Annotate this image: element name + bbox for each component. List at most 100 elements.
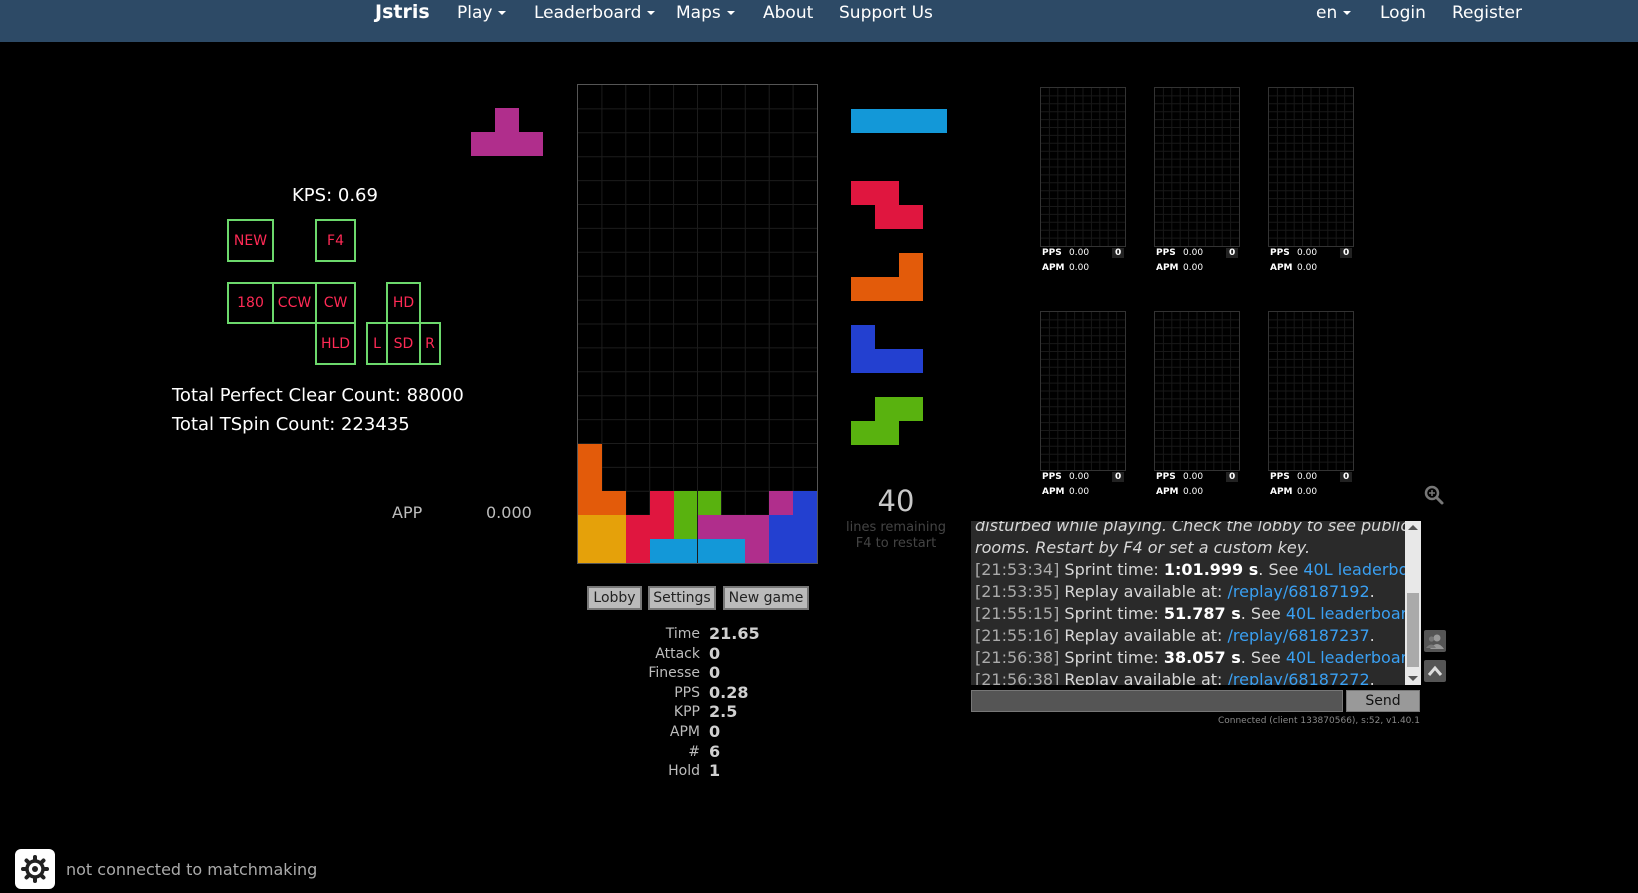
opponent-board[interactable] — [1154, 311, 1240, 471]
chat-link[interactable]: 40L leaderboard — [1286, 648, 1417, 667]
scroll-up-arrow-icon[interactable] — [1408, 525, 1418, 530]
key-left: L — [366, 322, 388, 365]
game-board[interactable] — [577, 84, 818, 564]
register-link[interactable]: Register — [1452, 3, 1522, 23]
opponent-board[interactable] — [1040, 87, 1126, 247]
nav-about-link[interactable]: About — [763, 3, 813, 23]
nav-maps-dropdown[interactable]: Maps — [676, 3, 735, 23]
lines-remaining-label: lines remaining — [845, 520, 946, 535]
chat-text: . See — [1240, 604, 1286, 623]
board-cell — [769, 539, 794, 563]
tspin-count: Total TSpin Count: 223435 — [172, 414, 410, 435]
stat-label: Hold — [668, 763, 700, 780]
stat-label: Finesse — [648, 665, 700, 682]
nav-leaderboard-dropdown[interactable]: Leaderboard — [534, 3, 656, 23]
key-cw: CW — [315, 282, 356, 324]
chat-text: . — [1369, 626, 1375, 645]
board-cell — [601, 491, 626, 516]
send-button[interactable]: Send — [1346, 690, 1420, 712]
chat-link[interactable]: 40L leaderboard — [1303, 560, 1421, 579]
opponent-grid — [1269, 88, 1353, 246]
board-cell — [793, 515, 817, 540]
lobby-button[interactable]: Lobby — [587, 586, 642, 610]
matchmaking-settings-button[interactable] — [15, 849, 55, 889]
new-game-button[interactable]: New game — [723, 586, 809, 610]
chat-system-line-2: rooms. Restart by F4 or set a custom key… — [975, 538, 1311, 557]
chat-text: . See — [1258, 560, 1304, 579]
piece-cell — [851, 421, 875, 445]
piece-cell — [899, 349, 923, 373]
nav-leaderboard-label: Leaderboard — [534, 3, 642, 23]
chat-scrollbar[interactable] — [1405, 521, 1421, 685]
chat-timestamp: [21:55:16] — [975, 626, 1060, 645]
opponent-score: 0 — [1112, 472, 1125, 482]
chat-timestamp: [21:56:38] — [975, 648, 1060, 667]
nav-play-dropdown[interactable]: Play — [457, 3, 507, 23]
piece-cell — [875, 277, 899, 301]
chat-link[interactable]: /replay/68187272 — [1228, 670, 1370, 685]
stat-value: 0 — [709, 663, 721, 683]
board-cell — [649, 539, 674, 563]
users-icon — [1426, 634, 1444, 649]
piece-cell — [875, 181, 899, 205]
board-cell — [578, 539, 602, 563]
piece-cell — [851, 325, 875, 349]
collapse-chat-button[interactable] — [1424, 660, 1446, 682]
piece-cell — [875, 421, 899, 445]
board-cell — [673, 515, 698, 540]
brand-logo-link[interactable]: Jstris — [375, 1, 430, 23]
piece-cell — [899, 109, 923, 133]
chevron-down-icon — [498, 11, 507, 15]
chat-link[interactable]: /replay/68187237 — [1228, 626, 1370, 645]
opponent-board[interactable] — [1040, 311, 1126, 471]
chat-text: . — [1369, 582, 1375, 601]
chat-text: Sprint time: — [1059, 648, 1164, 667]
board-cell — [769, 491, 794, 516]
scroll-down-arrow-icon[interactable] — [1408, 676, 1418, 681]
chat-message: [21:53:35] Replay available at: /replay/… — [975, 581, 1395, 603]
opponent-board[interactable] — [1268, 87, 1354, 247]
board-cell — [625, 515, 650, 540]
piece-cell — [471, 132, 495, 156]
zoom-icon[interactable] — [1423, 484, 1445, 506]
piece-cell — [899, 277, 923, 301]
board-cell — [697, 491, 722, 516]
board-cell — [697, 515, 722, 540]
opponent-apm: APM 0.00 — [1156, 487, 1204, 497]
opponent-board[interactable] — [1268, 311, 1354, 471]
key-f4: F4 — [315, 219, 356, 262]
opponent-score: 0 — [1226, 248, 1239, 258]
language-dropdown[interactable]: en — [1316, 3, 1352, 23]
nav-support-link[interactable]: Support Us — [839, 3, 933, 23]
chat-log[interactable]: disturbed while playing. Check the lobby… — [971, 521, 1421, 685]
settings-button[interactable]: Settings — [648, 586, 716, 610]
chat-link[interactable]: /replay/68187192 — [1228, 582, 1370, 601]
chevron-down-icon — [647, 11, 656, 15]
users-button[interactable] — [1424, 630, 1446, 652]
chat-time-value: 1:01.999 s — [1163, 560, 1259, 579]
chat-link[interactable]: 40L leaderboard — [1286, 604, 1417, 623]
login-link[interactable]: Login — [1380, 3, 1426, 23]
key-sd: SD — [386, 322, 421, 365]
piece-cell — [923, 109, 947, 133]
lines-remaining-caption: lines remaining F4 to restart — [836, 520, 956, 552]
chat-scrollbar-thumb[interactable] — [1407, 593, 1419, 667]
key-hld: HLD — [315, 322, 356, 365]
board-cell — [793, 539, 817, 563]
chat-timestamp: [21:53:35] — [975, 582, 1060, 601]
board-cell — [625, 539, 650, 563]
board-cell — [673, 491, 698, 516]
chat-timestamp: [21:53:34] — [975, 560, 1060, 579]
app-label: APP — [392, 503, 423, 522]
opponent-board[interactable] — [1154, 87, 1240, 247]
opponent-pps: PPS 0.00 — [1042, 248, 1090, 258]
language-label: en — [1316, 3, 1338, 23]
chat-input[interactable] — [971, 690, 1343, 712]
chat-text: Replay available at: — [1059, 626, 1228, 645]
opponent-pps: PPS 0.00 — [1156, 472, 1204, 482]
hold-piece — [471, 108, 543, 156]
stat-label: APM — [669, 724, 700, 740]
nav-play-label: Play — [457, 3, 493, 23]
chat-text: . See — [1240, 648, 1286, 667]
opponent-apm: APM 0.00 — [1156, 263, 1204, 273]
